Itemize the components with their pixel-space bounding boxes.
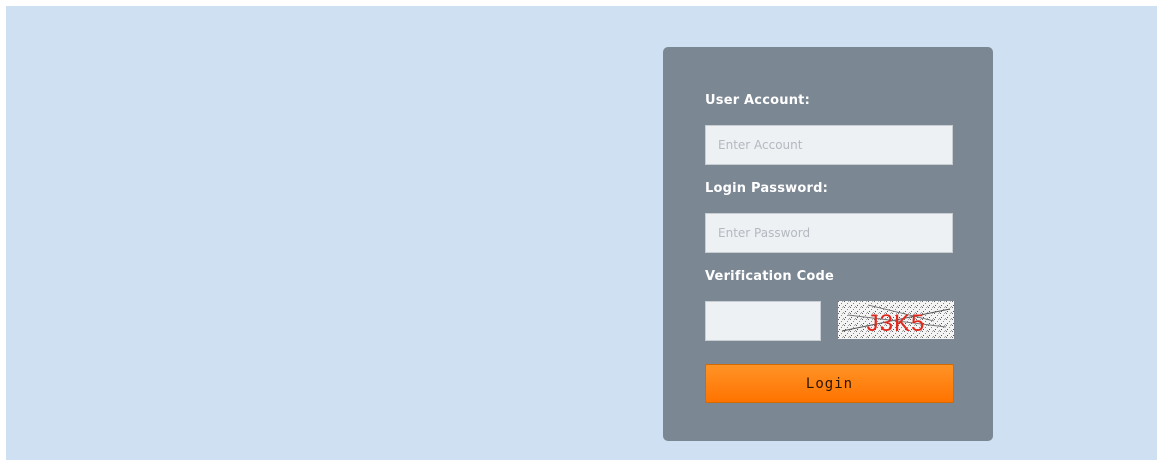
- verification-code-input[interactable]: [705, 301, 821, 341]
- account-input[interactable]: [705, 125, 953, 165]
- account-label: User Account:: [705, 93, 810, 108]
- password-label: Login Password:: [705, 181, 829, 196]
- password-input[interactable]: [705, 213, 953, 253]
- captcha-text: J3K5: [867, 310, 926, 337]
- captcha-image[interactable]: J3K5: [838, 301, 954, 339]
- page-background: User Account: Login Password: Verificati…: [6, 6, 1157, 460]
- verification-label: Verification Code: [705, 269, 835, 284]
- login-button[interactable]: Login: [705, 364, 954, 403]
- login-panel: User Account: Login Password: Verificati…: [663, 47, 993, 441]
